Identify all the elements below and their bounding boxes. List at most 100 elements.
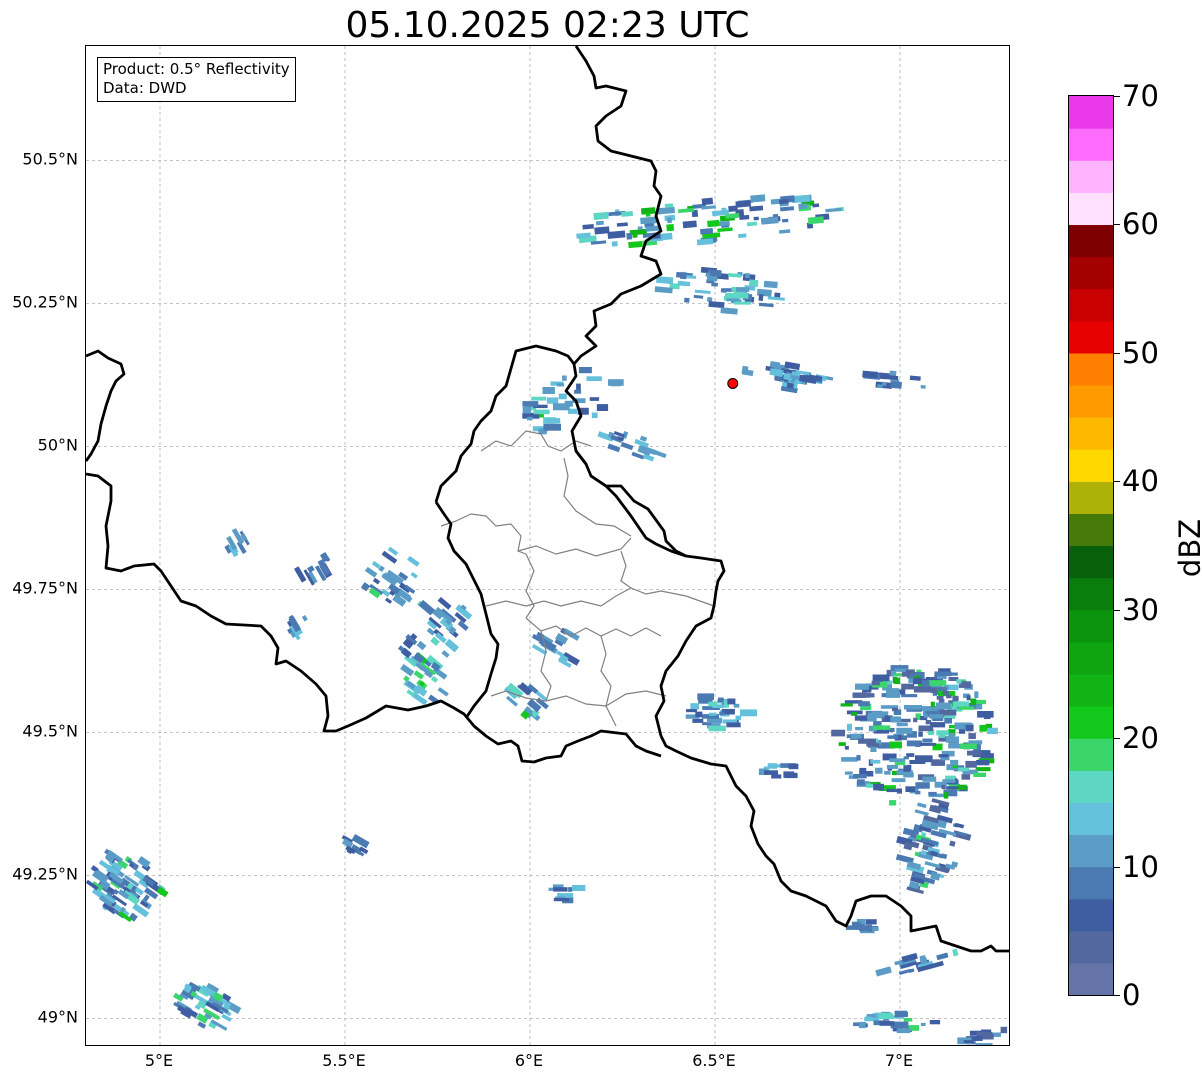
colorbar-swatch — [1069, 770, 1113, 803]
lat-tick-label: 49.5°N — [22, 721, 78, 741]
colorbar-tick-mark — [1114, 866, 1120, 868]
district-boundary — [485, 587, 715, 607]
colorbar-tick-label: 0 — [1122, 978, 1141, 1012]
lat-tick-label: 50°N — [37, 435, 78, 455]
data-source-label: Data: DWD — [103, 79, 187, 97]
colorbar-swatch — [1069, 673, 1113, 707]
border-luxembourg — [434, 501, 500, 719]
lon-tick-label: 6.5°E — [692, 1051, 736, 1070]
reflectivity-echoes — [86, 194, 1008, 1045]
district-boundary — [525, 617, 662, 637]
colorbar-swatch — [1069, 641, 1113, 675]
colorbar-swatch — [1069, 898, 1113, 932]
colorbar-swatch — [1069, 609, 1113, 643]
colorbar-label: dBZ — [1173, 518, 1202, 578]
colorbar-tick-label: 70 — [1122, 79, 1159, 113]
colorbar-tick-label: 20 — [1122, 721, 1159, 756]
colorbar-swatch — [1069, 866, 1113, 900]
echo-cluster — [654, 266, 785, 315]
echo-cluster — [224, 528, 250, 558]
radar-map[interactable] — [85, 45, 1010, 1046]
colorbar-swatch — [1069, 513, 1113, 547]
border-germany-west — [564, 46, 726, 737]
district-boundary — [600, 635, 617, 727]
echo-cluster — [845, 919, 879, 934]
district-boundary — [620, 550, 632, 589]
echo-cluster — [875, 948, 959, 977]
echo-cluster — [862, 370, 926, 389]
lat-tick-label: 50.5°N — [22, 149, 78, 169]
map-title: 05.10.2025 02:23 UTC — [345, 5, 750, 46]
colorbar-tick-mark — [1114, 224, 1120, 226]
colorbar-tick-label: 60 — [1122, 207, 1159, 242]
echo-cluster — [503, 682, 549, 722]
echo-cluster — [895, 798, 972, 894]
district-boundary — [563, 457, 632, 537]
colorbar-tick-label: 40 — [1122, 464, 1159, 499]
colorbar-swatch — [1069, 288, 1113, 322]
lon-tick-label: 6°E — [514, 1051, 544, 1070]
echo-cluster — [286, 614, 308, 641]
echo-cluster — [531, 627, 580, 668]
border-france-belgium — [86, 472, 662, 764]
colorbar-swatch — [1069, 417, 1113, 450]
colorbar-tick-label: 10 — [1122, 849, 1159, 884]
echo-cluster — [542, 367, 624, 419]
colorbar-swatch — [1069, 192, 1113, 226]
colorbar-swatch — [1069, 128, 1113, 161]
echo-cluster — [86, 848, 169, 923]
radar-site-marker — [727, 377, 739, 389]
colorbar-swatch — [1069, 802, 1113, 836]
admin-boundaries — [440, 430, 715, 727]
product-info-box: Product: 0.5° Reflectivity Data: DWD — [97, 57, 296, 102]
echo-cluster — [597, 430, 667, 462]
lat-tick-label: 49.75°N — [12, 578, 78, 598]
echo-cluster — [957, 1026, 1008, 1045]
echo-cluster — [831, 665, 998, 806]
colorbar-swatch — [1069, 352, 1113, 386]
border-luxembourg-east — [574, 450, 687, 558]
colorbar-swatch — [1069, 930, 1113, 964]
district-boundary — [517, 537, 632, 557]
colorbar-swatch — [1069, 577, 1113, 611]
echo-cluster — [758, 763, 799, 779]
echo-cluster — [721, 287, 753, 305]
colorbar-swatch — [1069, 224, 1113, 258]
colorbar-swatch — [1069, 384, 1113, 418]
colorbar-swatch — [1069, 320, 1113, 354]
colorbar-swatch — [1069, 738, 1113, 771]
lon-tick-label: 5.5°E — [322, 1051, 366, 1070]
map-canvas — [86, 46, 1009, 1045]
lat-tick-label: 50.25°N — [12, 292, 78, 312]
colorbar-tick-mark — [1114, 609, 1120, 611]
echo-cluster — [685, 693, 758, 732]
echo-cluster — [853, 1010, 941, 1034]
colorbar-swatch — [1069, 706, 1113, 739]
border-belgium-luxembourg — [86, 349, 126, 462]
colorbar-swatch — [1069, 160, 1113, 193]
colorbar-swatch — [1069, 834, 1113, 868]
colorbar-tick-label: 30 — [1122, 592, 1159, 627]
colorbar-swatch — [1069, 256, 1113, 290]
colorbar-tick-label: 50 — [1122, 335, 1159, 370]
country-borders — [86, 46, 1009, 953]
colorbar-swatch — [1069, 96, 1113, 129]
echo-cluster — [293, 552, 333, 586]
product-label: Product: 0.5° Reflectivity — [103, 60, 290, 78]
echo-cluster — [173, 981, 242, 1031]
colorbar-tick-mark — [1114, 995, 1120, 996]
lon-tick-label: 7°E — [884, 1051, 914, 1070]
colorbar-tick-mark — [1114, 96, 1120, 97]
colorbar-swatches — [1069, 96, 1113, 995]
colorbar-tick-mark — [1114, 481, 1120, 483]
colorbar-swatch — [1069, 481, 1113, 514]
echo-cluster — [576, 194, 844, 249]
colorbar-swatch — [1069, 962, 1113, 995]
lat-tick-label: 49°N — [37, 1007, 78, 1027]
colorbar-swatch — [1069, 545, 1113, 579]
echo-cluster — [341, 833, 370, 857]
lat-tick-label: 49.25°N — [12, 864, 78, 884]
colorbar — [1068, 95, 1114, 996]
colorbar-tick-mark — [1114, 738, 1120, 740]
colorbar-swatch — [1069, 449, 1113, 482]
